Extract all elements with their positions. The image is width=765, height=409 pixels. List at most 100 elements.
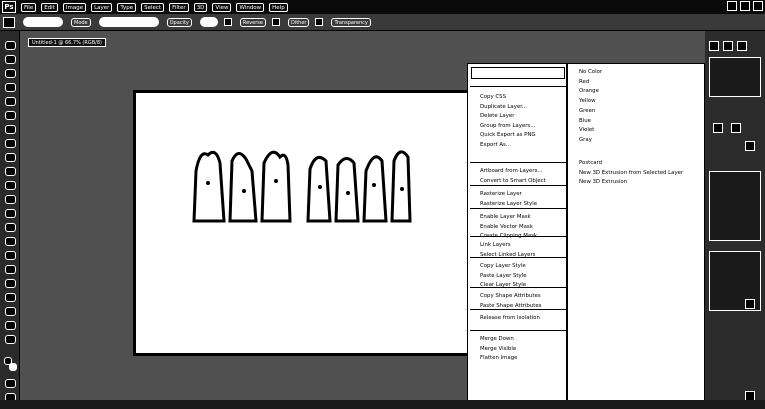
color-option-yellow[interactable]: Yellow	[579, 98, 596, 105]
pen-tool-icon[interactable]	[5, 237, 16, 246]
reverse-label: Reverse	[239, 17, 266, 27]
menu-file[interactable]: File	[21, 2, 37, 12]
gradient-tool-icon[interactable]	[5, 195, 16, 204]
opacity-label: Opacity	[166, 17, 192, 27]
menu-item-flatten-image[interactable]: Flatten Image	[480, 355, 517, 362]
blur-tool-icon[interactable]	[5, 209, 16, 218]
menu-type[interactable]: Type	[117, 2, 137, 12]
brush-tool-icon[interactable]	[5, 139, 16, 148]
clone-stamp-tool-icon[interactable]	[5, 153, 16, 162]
layers-panel[interactable]	[709, 171, 761, 241]
menu-bar: Ps File Edit Image Layer Type Select Fil…	[0, 0, 765, 14]
menu-item-merge-visible[interactable]: Merge Visible	[480, 346, 516, 353]
menu-help[interactable]: Help	[269, 2, 288, 12]
photoshop-logo: Ps	[2, 1, 16, 13]
submenu-item-new-3d-extrusion[interactable]: New 3D Extrusion	[579, 179, 627, 186]
menu-item-group-from-layers[interactable]: Group from Layers...	[480, 123, 535, 130]
reverse-checkbox[interactable]	[223, 18, 232, 26]
menu-item-rasterize-layer-style[interactable]: Rasterize Layer Style	[480, 201, 537, 208]
menu-view[interactable]: View	[212, 2, 232, 12]
menu-3d[interactable]: 3D	[193, 2, 208, 12]
transparency-checkbox[interactable]	[315, 18, 324, 26]
opacity-field[interactable]	[199, 17, 218, 27]
dither-checkbox[interactable]	[271, 18, 280, 26]
menu-item-convert-to-smart-object[interactable]: Convert to Smart Object	[480, 178, 546, 185]
menu-item-duplicate-layer[interactable]: Duplicate Layer...	[480, 104, 527, 111]
background-color-swatch[interactable]	[9, 363, 17, 371]
menu-item-enable-vector-mask[interactable]: Enable Vector Mask	[480, 224, 533, 231]
menu-layer[interactable]: Layer	[91, 2, 113, 12]
layer-context-menu: Copy CSS Duplicate Layer... Delete Layer Gr…	[467, 63, 567, 409]
menu-item-copy-shape-attributes[interactable]: Copy Shape Attributes	[480, 293, 541, 300]
styles-panel-icon[interactable]	[731, 123, 741, 133]
menu-item-paste-layer-style[interactable]: Paste Layer Style	[480, 273, 527, 280]
adjustments-panel-icon[interactable]	[713, 123, 723, 133]
menu-divider	[470, 330, 566, 331]
color-option-no-color[interactable]: No Color	[579, 69, 602, 76]
close-button[interactable]	[753, 1, 763, 11]
menu-item-export-as[interactable]: Export As...	[480, 142, 511, 149]
menu-item-quick-export-as-png[interactable]: Quick Export as PNG	[480, 132, 536, 139]
type-tool-icon[interactable]	[5, 251, 16, 260]
gradient-picker[interactable]	[23, 17, 63, 27]
color-option-green[interactable]: Green	[579, 108, 595, 115]
healing-brush-tool-icon[interactable]	[5, 125, 16, 134]
menu-item-delete-layer[interactable]: Delete Layer	[480, 113, 514, 120]
hand-tool-icon[interactable]	[5, 293, 16, 302]
menu-item-clear-layer-style[interactable]: Clear Layer Style	[480, 282, 526, 289]
new-layer-icon[interactable]	[745, 299, 755, 309]
crop-tool-icon[interactable]	[5, 97, 16, 106]
menu-item-copy-layer-style[interactable]: Copy Layer Style	[480, 263, 526, 270]
color-panel[interactable]	[709, 57, 761, 97]
color-option-gray[interactable]: Gray	[579, 137, 592, 144]
menu-search-input[interactable]	[471, 67, 565, 79]
dodge-tool-icon[interactable]	[5, 223, 16, 232]
marquee-tool-icon[interactable]	[5, 55, 16, 64]
submenu-item-postcard[interactable]: Postcard	[579, 160, 602, 167]
quick-select-tool-icon[interactable]	[5, 83, 16, 92]
rotate-view-tool-icon[interactable]	[5, 335, 16, 344]
grid-panel-icon[interactable]	[745, 141, 755, 151]
lasso-tool-icon[interactable]	[5, 69, 16, 78]
libraries-panel-icon[interactable]	[737, 41, 747, 51]
menu-item-link-layers[interactable]: Link Layers	[480, 242, 511, 249]
tool-preset-picker[interactable]	[3, 16, 15, 28]
dither-label: Dither	[287, 17, 310, 27]
menu-edit[interactable]: Edit	[41, 2, 58, 12]
document-tab[interactable]: Untitled-1 @ 66.7% (RGB/8)	[28, 38, 106, 47]
menu-item-enable-layer-mask[interactable]: Enable Layer Mask	[480, 214, 531, 221]
menu-item-merge-down[interactable]: Merge Down	[480, 336, 514, 343]
zoom-tool-icon[interactable]	[5, 307, 16, 316]
move-tool-icon[interactable]	[5, 41, 16, 50]
options-bar: Mode Opacity Reverse Dither Transparency	[0, 14, 765, 31]
menu-window[interactable]: Window	[236, 2, 265, 12]
edit-toolbar-icon[interactable]	[5, 321, 16, 330]
menu-item-copy-css[interactable]: Copy CSS	[480, 94, 506, 101]
menu-item-rasterize-layer[interactable]: Rasterize Layer	[480, 191, 522, 198]
eraser-tool-icon[interactable]	[5, 181, 16, 190]
color-panel-icon[interactable]	[709, 41, 719, 51]
maximize-button[interactable]	[740, 1, 750, 11]
mode-select[interactable]	[98, 17, 159, 27]
color-option-violet[interactable]: Violet	[579, 127, 594, 134]
eyedropper-tool-icon[interactable]	[5, 111, 16, 120]
menu-image[interactable]: Image	[62, 2, 87, 12]
shape-tool-icon[interactable]	[5, 279, 16, 288]
document-canvas[interactable]	[133, 90, 473, 356]
color-option-blue[interactable]: Blue	[579, 118, 591, 125]
quick-mask-icon[interactable]	[5, 379, 16, 388]
menu-select[interactable]: Select	[141, 2, 165, 12]
menu-filter[interactable]: Filter	[169, 2, 189, 12]
menu-item-release-from-isolation[interactable]: Release from Isolation	[480, 315, 540, 322]
color-option-red[interactable]: Red	[579, 79, 589, 86]
menu-divider	[470, 86, 566, 87]
color-option-orange[interactable]: Orange	[579, 88, 599, 95]
submenu-item-new-3d-extrusion-from-selected-layer[interactable]: New 3D Extrusion from Selected Layer	[579, 170, 683, 177]
minimize-button[interactable]	[727, 1, 737, 11]
history-brush-tool-icon[interactable]	[5, 167, 16, 176]
menu-divider	[470, 236, 566, 237]
swatches-panel-icon[interactable]	[723, 41, 733, 51]
path-selection-tool-icon[interactable]	[5, 265, 16, 274]
menu-item-artboard-from-layers[interactable]: Artboard from Layers...	[480, 168, 543, 175]
menu-divider	[470, 287, 566, 288]
